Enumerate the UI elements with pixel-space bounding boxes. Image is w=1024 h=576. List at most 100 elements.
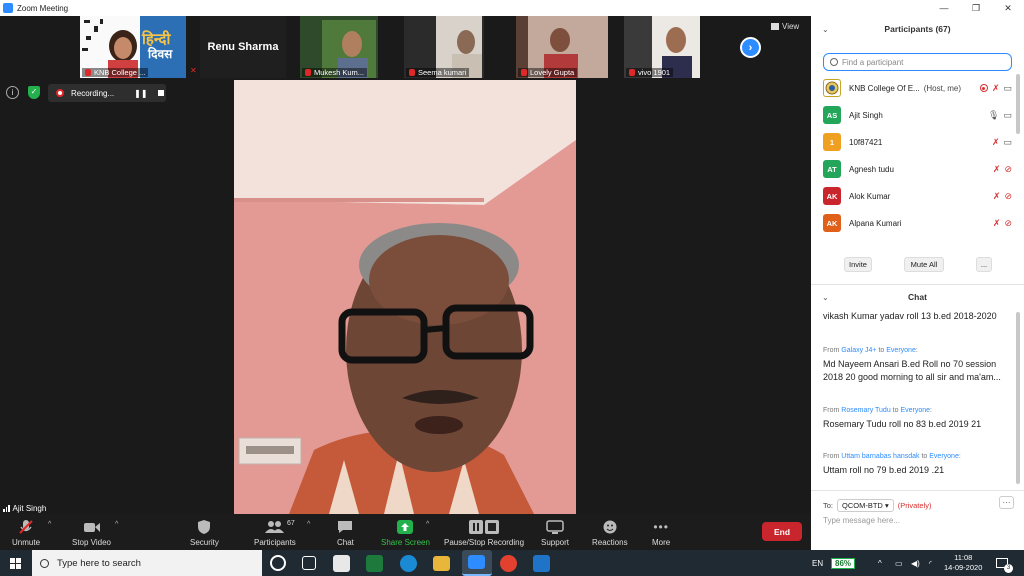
file-explorer-icon[interactable] [433,556,450,571]
avatar [823,79,841,97]
video-thumbnail[interactable]: Lovely Gupta [516,16,608,78]
reactions-label: Reactions [592,538,628,547]
reactions-button[interactable]: Reactions [592,518,628,547]
mic-icon[interactable]: 🎙 [988,110,999,121]
muted-mic-icon [409,69,415,76]
participants-scrollbar[interactable] [1016,74,1020,134]
unmute-button[interactable]: Unmute [12,518,40,547]
participant-row[interactable]: AS Ajit Singh 🎙 ▭ [811,102,1016,128]
cortana-icon[interactable] [270,555,286,571]
video-thumbnail[interactable]: vivo 1901 [624,16,700,78]
shield-icon [197,518,211,535]
search-icon [830,58,838,66]
video-off-icon[interactable]: ⊘ [1004,218,1012,229]
encryption-shield-icon[interactable]: ✓ [28,86,40,99]
participants-more-button[interactable]: ... [976,257,992,272]
battery-indicator[interactable]: 86% [831,550,856,576]
video-thumbnail[interactable]: Mukesh Kum... [300,16,378,78]
pause-stop-recording-button[interactable]: Pause/Stop Recording [444,518,524,547]
more-button[interactable]: ••• More [652,518,670,548]
share-screen-button[interactable]: Share Screen [381,518,430,547]
participant-row[interactable]: KNB College Of E... (Host, me) ✗ ▭ [811,75,1016,101]
task-view-icon[interactable] [302,556,316,570]
participant-name: Alpana Kumari [849,218,902,228]
participant-search-input[interactable]: Find a participant [823,53,1012,71]
notification-tray-icon[interactable]: ▭ [895,550,903,576]
windows-start-icon[interactable] [10,558,21,569]
muted-mic-icon[interactable]: ✗ [992,137,1000,148]
stop-recording-icon[interactable] [157,90,164,96]
support-label: Support [541,538,570,547]
edge-icon[interactable] [400,555,417,572]
recipient-select[interactable]: QCOM-BTD ▾ [837,499,894,512]
language-indicator[interactable]: EN [812,550,823,576]
audio-options-chevron-icon[interactable]: ^ [48,521,51,528]
thumbnail-name: Lovely Gupta [518,68,578,77]
zoom-taskbar-icon[interactable] [462,550,492,576]
chat-label: Chat [337,538,354,547]
title-bar: Zoom Meeting — ❐ ✕ [0,0,1024,16]
video-options-chevron-icon[interactable]: ^ [115,521,118,528]
minimize-button[interactable]: — [930,0,958,16]
thumbnail-name: Seema kumari [406,68,470,77]
participant-row[interactable]: AT Agnesh tudu ✗ ⊘ [811,156,1016,182]
avatar: AK [823,187,841,205]
video-camera-icon[interactable]: ▭ [1003,137,1012,148]
support-screen-icon [546,518,564,535]
participant-row[interactable]: AK Alok Kumar ✗ ⊘ [811,183,1016,209]
clock-date: 14-09-2020 [944,563,983,572]
support-button[interactable]: Support [541,518,569,547]
maximize-button[interactable]: ❐ [962,0,990,16]
grid-icon [771,23,779,30]
wifi-icon[interactable]: ◜ [929,550,932,576]
privately-label: (Privately) [897,501,932,510]
avatar: AT [823,160,841,178]
info-icon[interactable]: i [6,86,19,99]
chat-button[interactable]: Chat [337,518,354,547]
muted-mic-icon[interactable]: ✗ [993,218,1001,229]
chat-more-button[interactable]: ··· [999,496,1014,509]
zoom-app-icon [3,3,13,13]
participants-options-chevron-icon[interactable]: ^ [307,521,310,528]
participants-label: Participants [254,538,296,547]
video-camera-icon[interactable]: ▭ [1003,110,1012,121]
excel-icon[interactable] [366,555,383,572]
stop-video-button[interactable]: Stop Video [72,518,111,547]
mute-all-button[interactable]: Mute All [904,257,944,272]
video-off-icon[interactable]: ⊘ [1004,191,1012,202]
avatar: 1 [823,133,841,151]
next-page-arrow-icon[interactable]: › [740,37,761,58]
muted-mic-icon[interactable]: ✗ [993,191,1001,202]
chat-input[interactable]: Type message here... [823,516,900,525]
taskbar-search-input[interactable]: Type here to search [32,550,262,576]
video-off-icon[interactable]: ⊘ [1004,164,1012,175]
action-center-icon[interactable]: 3 [996,550,1013,576]
participant-row[interactable]: AK Alpana Kumari ✗ ⊘ [811,210,1016,236]
window-title: Zoom Meeting [17,3,69,13]
view-button[interactable]: View [771,22,799,31]
invite-button[interactable]: Invite [844,257,872,272]
pause-recording-icon[interactable]: ❚❚ [134,89,147,98]
store-icon[interactable] [333,555,350,572]
chrome-icon[interactable] [500,555,517,572]
participants-title: Participants (67) [884,24,951,34]
banner-text-line2: दिवस [148,47,173,61]
system-clock[interactable]: 11:08 14-09-2020 [944,553,982,573]
muted-mic-icon[interactable]: ✗ [993,164,1001,175]
participant-row[interactable]: 1 10f87421 ✗ ▭ [811,129,1016,155]
chat-scrollbar[interactable] [1016,312,1020,484]
video-thumbnail[interactable]: हिन्दी दिवस KNB College ... [80,16,186,78]
video-thumbnail[interactable]: Seema kumari [404,16,484,78]
volume-icon[interactable]: ◀) [911,550,920,576]
close-button[interactable]: ✕ [994,0,1022,16]
share-options-chevron-icon[interactable]: ^ [426,521,429,528]
chat-recipient-row: To: QCOM-BTD ▾ (Privately) [823,499,931,512]
tray-chevron-icon[interactable]: ^ [878,550,882,576]
participants-count: 67 [287,520,295,527]
muted-mic-icon[interactable]: ✗ [992,83,1000,94]
video-thumbnail[interactable]: Renu Sharma [200,16,286,78]
video-camera-icon[interactable]: ▭ [1003,83,1012,94]
end-meeting-button[interactable]: End [762,522,802,541]
security-button[interactable]: Security [190,518,219,547]
media-player-icon[interactable] [533,555,550,572]
